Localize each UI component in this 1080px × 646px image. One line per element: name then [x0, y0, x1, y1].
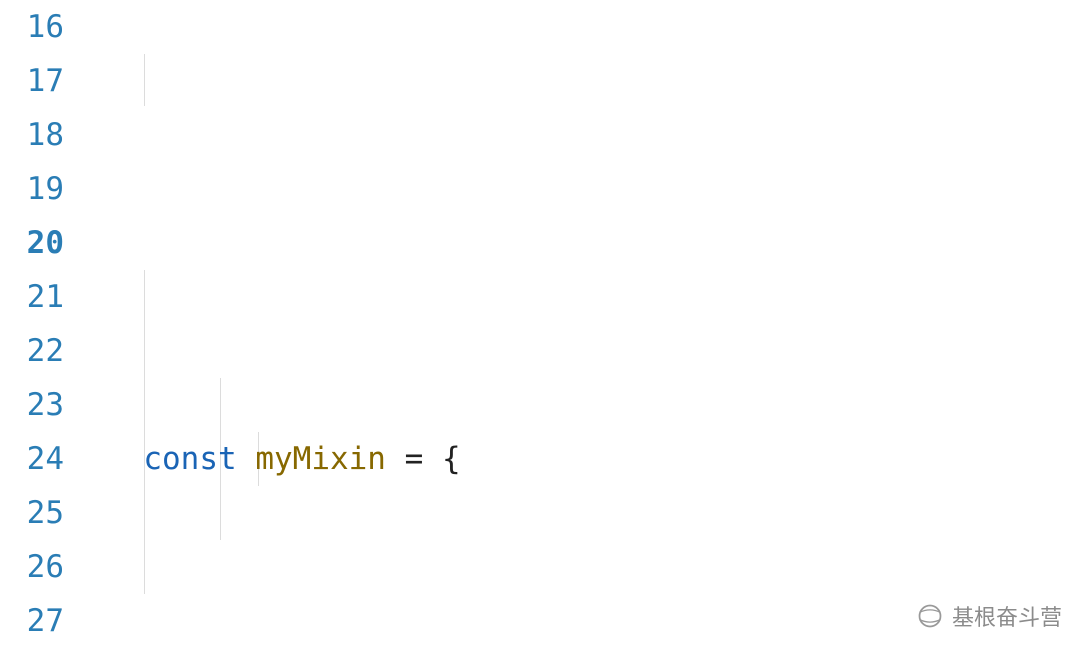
indent-guide [144, 54, 145, 106]
line-number: 27 [0, 594, 64, 646]
code-area[interactable]: const myMixin = { number: 1 } const app … [92, 0, 1080, 646]
code-line[interactable]: const myMixin = { [92, 432, 1080, 486]
line-number: 21 [0, 270, 64, 324]
line-number: 23 [0, 378, 64, 432]
line-number: 18 [0, 108, 64, 162]
line-number-gutter: 16 17 18 19 20 21 22 23 24 25 26 27 [0, 0, 92, 646]
line-number: 24 [0, 432, 64, 486]
line-number: 16 [0, 0, 64, 54]
watermark: 基根奋斗营 [916, 600, 1062, 632]
line-number: 19 [0, 162, 64, 216]
line-number-active: 20 [0, 216, 64, 270]
line-number: 25 [0, 486, 64, 540]
line-number: 22 [0, 324, 64, 378]
line-number: 17 [0, 54, 64, 108]
code-editor[interactable]: 16 17 18 19 20 21 22 23 24 25 26 27 cons… [0, 0, 1080, 646]
watermark-text: 基根奋斗营 [952, 600, 1062, 632]
line-number: 26 [0, 540, 64, 594]
watermark-icon [916, 602, 944, 630]
